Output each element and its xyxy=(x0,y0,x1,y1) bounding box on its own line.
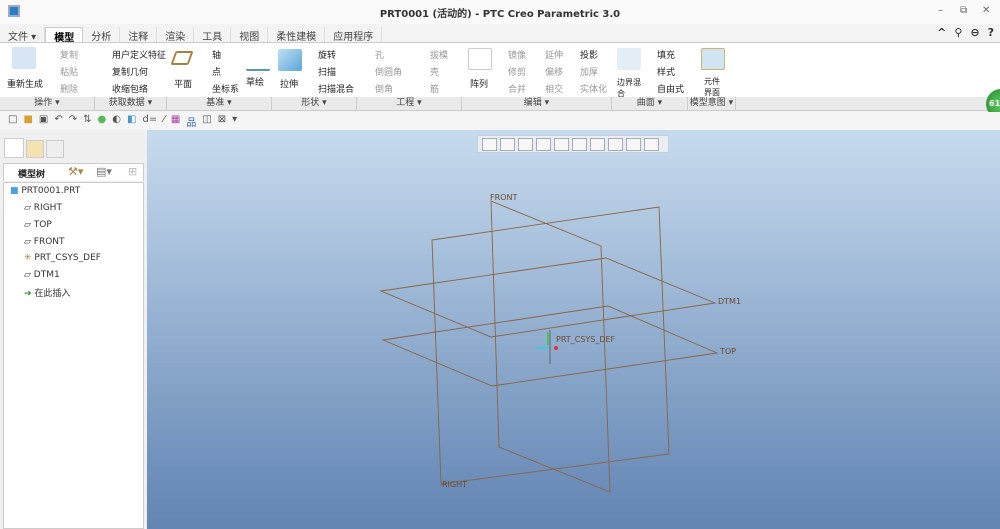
display-style-icon[interactable] xyxy=(554,138,569,151)
zoom-out-icon[interactable] xyxy=(518,138,533,151)
label-front[interactable]: FRONT xyxy=(490,193,517,202)
annotation-display-icon[interactable] xyxy=(626,138,641,151)
datum-geometry: FRONT DTM1 TOP RIGHT PRT_CSYS_DEF xyxy=(379,193,741,493)
label-csys[interactable]: PRT_CSYS_DEF xyxy=(556,335,616,344)
label-top[interactable]: TOP xyxy=(719,347,736,356)
view-manager-icon[interactable] xyxy=(590,138,605,151)
csys-triad xyxy=(536,330,558,364)
label-dtm1[interactable]: DTM1 xyxy=(718,297,741,306)
view-toolbar xyxy=(477,135,669,153)
datum-plane-front xyxy=(490,200,611,493)
datum-display-icon[interactable] xyxy=(608,138,623,151)
datum-plane-dtm1 xyxy=(379,257,717,338)
repaint-icon[interactable] xyxy=(536,138,551,151)
label-right[interactable]: RIGHT xyxy=(442,480,467,489)
refit-icon[interactable] xyxy=(482,138,497,151)
zoom-in-icon[interactable] xyxy=(500,138,515,151)
saved-orientations-icon[interactable] xyxy=(572,138,587,151)
spin-center-icon[interactable] xyxy=(644,138,659,151)
datum-plane-right xyxy=(431,206,670,485)
